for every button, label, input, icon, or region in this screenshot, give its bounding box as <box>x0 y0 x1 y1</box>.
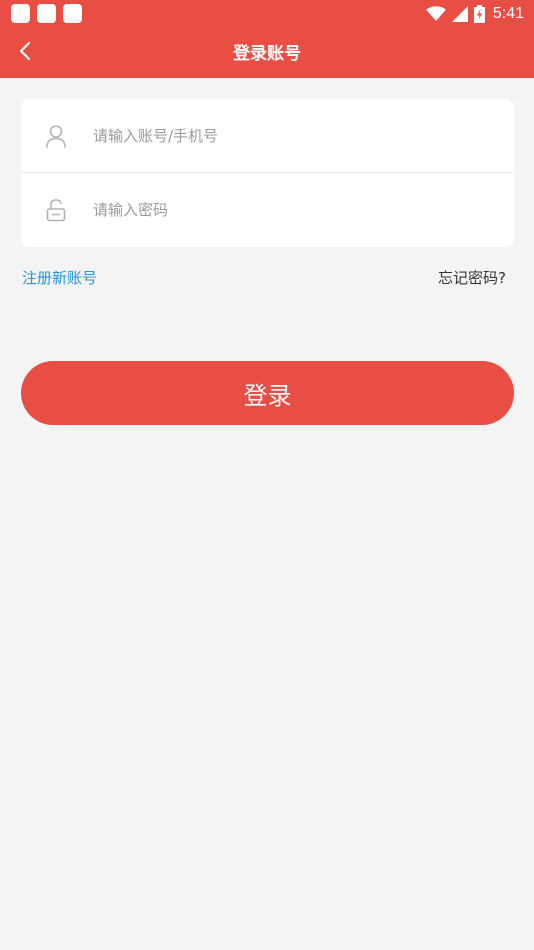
lock-icon <box>46 199 66 222</box>
forgot-password-link[interactable]: 忘记密码? <box>438 267 506 288</box>
account-row <box>21 99 514 173</box>
nav-bar: 登录账号 <box>0 28 534 74</box>
status-bar: 5:41 <box>0 0 534 28</box>
user-icon <box>46 125 66 148</box>
status-indicators: 5:41 <box>425 2 524 26</box>
signal-icon <box>451 6 468 22</box>
password-row <box>21 173 514 247</box>
page-title: 登录账号 <box>233 44 301 64</box>
notification-icon <box>11 4 30 23</box>
status-time: 5:41 <box>492 5 524 22</box>
app-header: 5:41 登录账号 <box>0 0 534 78</box>
password-input[interactable] <box>93 193 493 227</box>
register-link[interactable]: 注册新账号 <box>22 267 97 288</box>
battery-icon <box>473 5 485 23</box>
login-button[interactable]: 登录 <box>21 361 514 425</box>
wifi-icon <box>425 6 446 21</box>
notification-icon <box>63 4 82 23</box>
login-form-card <box>21 99 514 247</box>
notification-icon <box>37 4 56 23</box>
account-input[interactable] <box>93 119 493 153</box>
